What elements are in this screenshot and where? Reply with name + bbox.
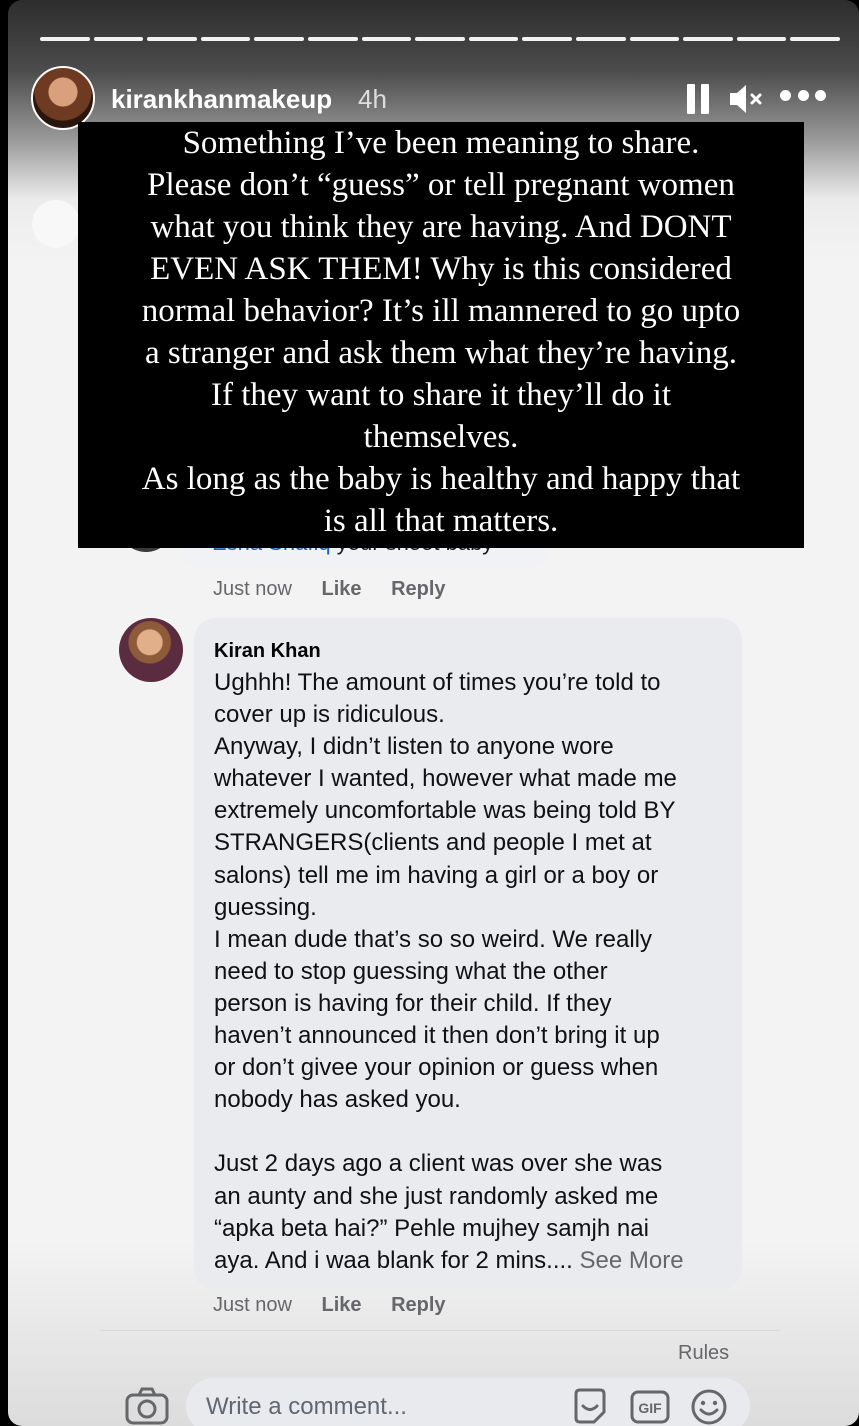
- story-timestamp: 4h: [358, 84, 387, 114]
- progress-segment: [736, 37, 787, 41]
- progress-segment: [200, 37, 251, 41]
- previous-comment-actions: Just now Like Reply: [213, 578, 470, 601]
- pause-icon[interactable]: [687, 84, 709, 114]
- comment-author-name[interactable]: Kiran Khan: [214, 640, 321, 663]
- overlay-line: a stranger and ask them what they’re hav…: [145, 335, 737, 371]
- overlay-line: what you think they are having. And DONT: [150, 209, 732, 245]
- camera-icon[interactable]: [125, 1387, 169, 1425]
- reply-button[interactable]: Reply: [391, 578, 445, 600]
- progress-segment: [361, 37, 412, 41]
- progress-segment: [468, 37, 519, 41]
- comment-time: Just now: [213, 578, 292, 600]
- progress-segment: [254, 37, 304, 41]
- overlay-line: Something I’ve been meaning to share.: [182, 125, 700, 161]
- progress-segment: [40, 37, 90, 41]
- story-progress-bar: [40, 37, 840, 42]
- like-button[interactable]: Like: [322, 578, 362, 600]
- rules-link[interactable]: Rules: [678, 1342, 729, 1365]
- progress-segment: [415, 37, 465, 41]
- progress-segment: [629, 37, 680, 41]
- comment-author-avatar[interactable]: [119, 618, 183, 682]
- gif-icon[interactable]: GIF: [630, 1390, 670, 1424]
- background-avatar: [32, 200, 80, 248]
- more-icon[interactable]: [780, 90, 826, 104]
- progress-segment: [790, 37, 840, 41]
- progress-segment: [147, 37, 197, 41]
- emoji-icon[interactable]: [690, 1388, 728, 1426]
- overlay-line: Please don’t “guess” or tell pregnant wo…: [147, 167, 735, 203]
- story-text-overlay: Something I’ve been meaning to share. Pl…: [78, 122, 804, 548]
- progress-segment: [307, 37, 358, 41]
- story-frame: kirankhanmakeup 4h Esha Shafiq your shoo…: [0, 0, 859, 1426]
- divider: [100, 1330, 780, 1331]
- overlay-line: EVEN ASK THEM! Why is this considered: [150, 251, 732, 287]
- overlay-line: themselves.: [363, 419, 519, 455]
- progress-segment: [93, 37, 144, 41]
- progress-segment: [575, 37, 626, 41]
- like-button[interactable]: Like: [322, 1294, 362, 1316]
- overlay-line: normal behavior? It’s ill mannered to go…: [141, 293, 741, 329]
- see-more-link[interactable]: See More: [580, 1247, 684, 1274]
- progress-segment: [683, 37, 733, 41]
- overlay-line: If they want to share it they’ll do it: [210, 377, 672, 413]
- gif-label: GIF: [638, 1400, 662, 1416]
- progress-segment: [522, 37, 572, 41]
- story-username[interactable]: kirankhanmakeup: [111, 84, 332, 115]
- overlay-line: is all that matters.: [323, 503, 559, 539]
- story-author-avatar[interactable]: [31, 66, 95, 130]
- comment-input-placeholder[interactable]: Write a comment...: [206, 1393, 407, 1421]
- comment-time: Just now: [213, 1294, 292, 1316]
- reply-button[interactable]: Reply: [391, 1294, 445, 1316]
- mute-icon[interactable]: [728, 82, 764, 116]
- comment-body: Ughhh! The amount of times you’re told t…: [214, 667, 734, 1277]
- sticker-icon[interactable]: [572, 1388, 608, 1426]
- comment-actions: Just now Like Reply: [213, 1294, 470, 1317]
- overlay-line: As long as the baby is healthy and happy…: [141, 461, 741, 497]
- story-viewer[interactable]: kirankhanmakeup 4h Esha Shafiq your shoo…: [8, 0, 859, 1426]
- comment-text: Ughhh! The amount of times you’re told t…: [214, 669, 677, 1274]
